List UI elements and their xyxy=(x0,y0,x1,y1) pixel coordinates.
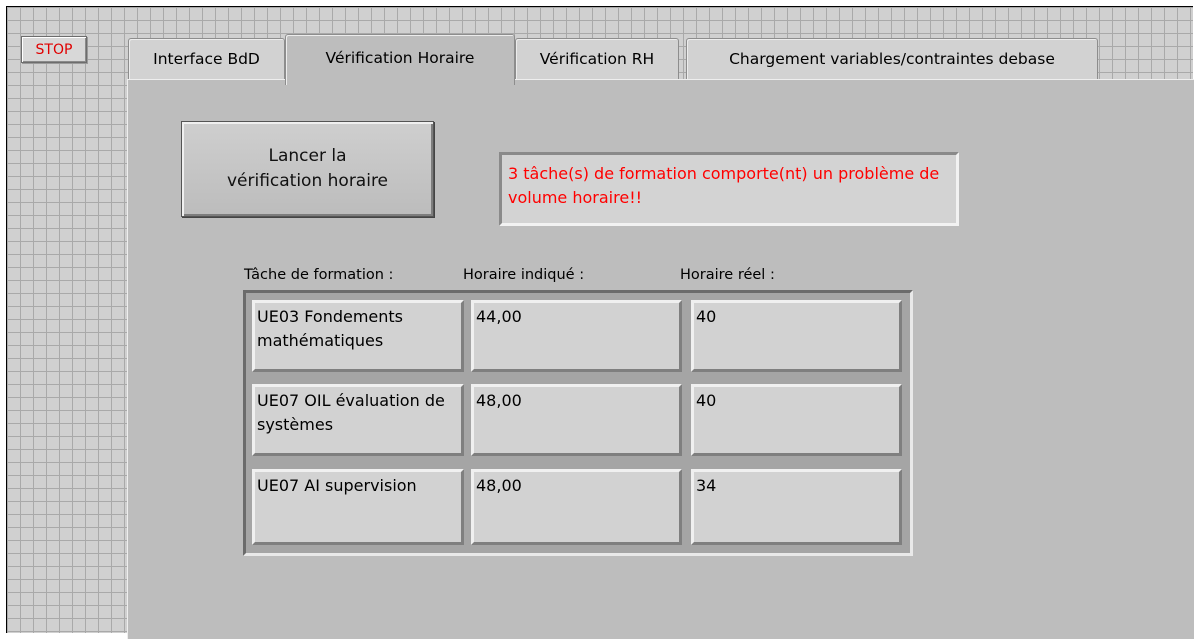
tab-verification-rh[interactable]: Vérification RH xyxy=(515,38,679,79)
header-task: Tâche de formation : xyxy=(244,267,394,283)
header-real-hours: Horaire réel : xyxy=(680,267,775,283)
task-cell: UE07 AI supervision xyxy=(252,469,464,545)
task-hours-table: UE03 Fondements mathématiques 44,00 40 U… xyxy=(243,290,913,556)
tab-interface-bdd[interactable]: Interface BdD xyxy=(128,38,285,79)
real-hours-cell: 34 xyxy=(691,469,902,545)
tab-bar: Interface BdD Vérification Horaire Vérif… xyxy=(128,34,1128,85)
task-cell: UE07 OIL évaluation de systèmes xyxy=(252,384,464,456)
header-indicated-hours: Horaire indiqué : xyxy=(463,267,585,283)
tab-verification-horaire[interactable]: Vérification Horaire xyxy=(285,34,515,85)
status-message-indicator: 3 tâche(s) de formation comporte(nt) un … xyxy=(499,152,959,226)
indicated-hours-cell: 44,00 xyxy=(471,300,682,372)
tab-chargement-variables[interactable]: Chargement variables/contraintes debase xyxy=(686,38,1098,79)
task-cell: UE03 Fondements mathématiques xyxy=(252,300,464,372)
real-hours-cell: 40 xyxy=(691,300,902,372)
real-hours-cell: 40 xyxy=(691,384,902,456)
indicated-hours-cell: 48,00 xyxy=(471,384,682,456)
stop-button[interactable]: STOP xyxy=(21,36,87,63)
indicated-hours-cell: 48,00 xyxy=(471,469,682,545)
launch-verification-button[interactable]: Lancer la vérification horaire xyxy=(181,121,434,217)
